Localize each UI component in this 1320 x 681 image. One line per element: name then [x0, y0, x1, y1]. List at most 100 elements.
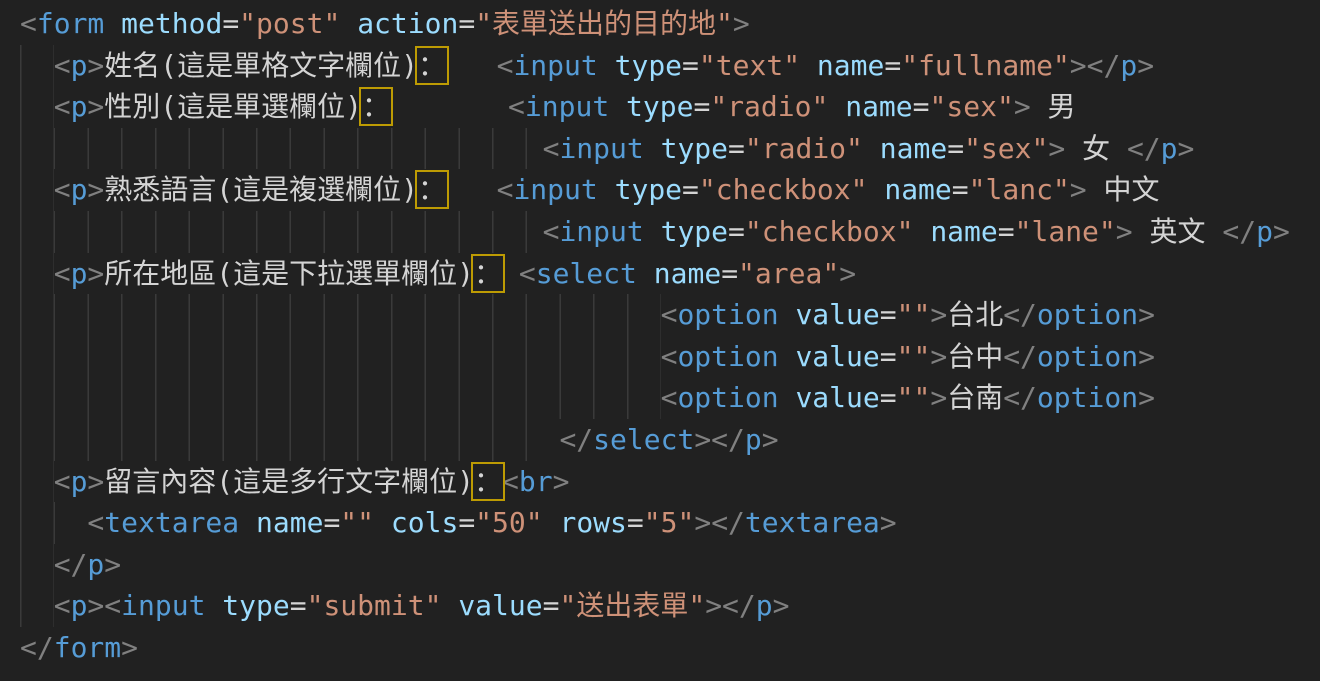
token-punct: < [661, 381, 678, 414]
code-line: <p>姓名(這是單格文字欄位)： <input type="text" name… [20, 45, 1320, 87]
code-editor[interactable]: <form method="post" action="表單送出的目的地"><p… [0, 0, 1320, 681]
token-punct: > [1137, 49, 1154, 82]
token-eq: = [458, 7, 475, 40]
code-line: <option value="">台中</option> [20, 336, 1320, 378]
token-tag: textarea [104, 506, 239, 539]
token-text [644, 132, 661, 165]
token-punct: > [1138, 340, 1155, 373]
token-eq: = [880, 381, 897, 414]
unicode-highlighted-colon: ： [418, 49, 446, 82]
token-tag: p [71, 589, 88, 622]
token-attr: name [845, 90, 912, 123]
code-line: <p>熟悉語言(這是複選欄位)： <input type="checkbox" … [20, 169, 1320, 211]
token-tag: option [677, 381, 778, 414]
token-tag: textarea [745, 506, 880, 539]
code-line: <input type="radio" name="sex"> 女 </p> [20, 128, 1320, 170]
code-line: <p><input type="submit" value="送出表單"></p… [20, 585, 1320, 627]
token-attr: type [661, 215, 728, 248]
token-eq: = [947, 132, 964, 165]
token-tag: select [536, 257, 637, 290]
token-punct: < [54, 49, 71, 82]
code-line: <form method="post" action="表單送出的目的地"> [20, 3, 1320, 45]
indent-guides [20, 128, 543, 170]
token-eq: = [721, 257, 738, 290]
token-tag: p [71, 90, 88, 123]
code-line: <p>性別(這是單選欄位)： <input type="radio" name=… [20, 86, 1320, 128]
token-text: 男 [1031, 90, 1076, 123]
token-tag: option [677, 298, 778, 331]
token-attr: value [458, 589, 542, 622]
code-line: </p> [20, 544, 1320, 586]
token-tag: option [1037, 298, 1138, 331]
token-attr: value [795, 298, 879, 331]
token-text: 熟悉語言(這是複選欄位) [104, 173, 418, 206]
token-string: "text" [699, 49, 800, 82]
token-punct: > [1070, 173, 1087, 206]
token-tag: input [525, 90, 609, 123]
token-tag: input [559, 132, 643, 165]
token-punct: > [1138, 298, 1155, 331]
token-eq: = [682, 173, 699, 206]
token-punct: < [54, 173, 71, 206]
token-punct: > [762, 423, 779, 456]
indent-guides [20, 169, 54, 211]
token-text [340, 7, 357, 40]
token-punct: < [543, 215, 560, 248]
token-tag: p [1256, 215, 1273, 248]
token-tag: form [54, 631, 121, 664]
token-text: 姓名(這是單格文字欄位) [104, 49, 418, 82]
token-string: "sex" [930, 90, 1014, 123]
indent-guides [20, 336, 661, 378]
token-text [239, 506, 256, 539]
unicode-highlighted-colon: ： [474, 257, 502, 290]
indent-guides [20, 377, 661, 419]
unicode-highlighted-colon: ： [362, 90, 390, 123]
token-punct: > [1048, 132, 1065, 165]
token-text: 所在地區(這是下拉選單欄位) [104, 257, 474, 290]
token-punct: > [773, 589, 790, 622]
token-tag: p [71, 173, 88, 206]
token-text [205, 589, 222, 622]
token-punct: </ [1003, 340, 1037, 373]
token-eq: = [998, 215, 1015, 248]
token-eq: = [682, 49, 699, 82]
token-attr: name [884, 173, 951, 206]
token-text [502, 257, 519, 290]
token-eq: = [323, 506, 340, 539]
token-attr: type [626, 90, 693, 123]
token-attr: value [795, 340, 879, 373]
token-text [374, 506, 391, 539]
token-attr: action [357, 7, 458, 40]
token-attr: type [222, 589, 289, 622]
token-eq: = [913, 90, 930, 123]
token-attr: type [661, 132, 728, 165]
token-punct: < [54, 589, 71, 622]
token-text [779, 340, 796, 373]
indent-guides [20, 45, 54, 87]
token-string: "area" [738, 257, 839, 290]
token-tag: form [37, 7, 104, 40]
token-eq: = [880, 298, 897, 331]
token-punct: > [87, 465, 104, 498]
token-tag: p [71, 257, 88, 290]
token-punct: </ [711, 506, 745, 539]
token-text: 中文 [1087, 173, 1160, 206]
token-punct: > [930, 340, 947, 373]
token-text [637, 257, 654, 290]
token-text: 性別(這是單選欄位) [104, 90, 362, 123]
token-text [644, 215, 661, 248]
indent-guides [20, 502, 87, 544]
token-string: "" [340, 506, 374, 539]
token-string: "表單送出的目的地" [475, 7, 733, 40]
token-attr: type [615, 173, 682, 206]
token-punct: > [930, 298, 947, 331]
token-punct: < [661, 340, 678, 373]
token-attr: name [930, 215, 997, 248]
token-string: "5" [644, 506, 695, 539]
token-punct: </ [1127, 132, 1161, 165]
indent-guides [20, 294, 661, 336]
token-punct: </ [1003, 381, 1037, 414]
indent-guides [20, 211, 543, 253]
token-string: "送出表單" [559, 589, 705, 622]
token-string: "radio" [710, 90, 828, 123]
